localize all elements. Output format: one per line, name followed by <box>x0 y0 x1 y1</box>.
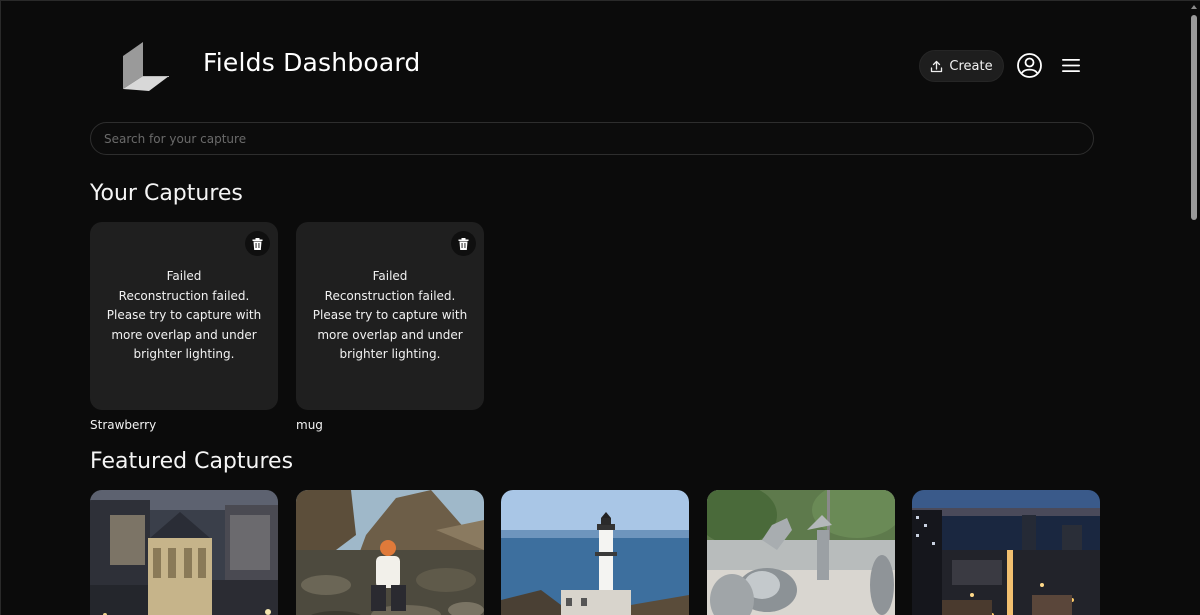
capture-status-message: Failed Reconstruction failed. Please try… <box>296 267 484 365</box>
status-message-line: Reconstruction failed. <box>324 288 456 303</box>
featured-capture-thumbnail[interactable] <box>296 490 484 615</box>
status-message-line: Please try to capture with <box>106 308 262 322</box>
capture-card[interactable]: Failed Reconstruction failed. Please try… <box>90 222 278 410</box>
create-button-label: Create <box>949 58 993 74</box>
trash-icon <box>458 237 469 250</box>
featured-capture-thumbnail[interactable] <box>501 490 689 615</box>
lighthouse-image <box>501 490 689 615</box>
upload-icon <box>931 60 943 72</box>
night-city-image <box>912 490 1100 615</box>
featured-captures-heading: Featured Captures <box>90 449 294 474</box>
hamburger-menu-icon[interactable] <box>1061 57 1081 74</box>
scrollbar-thumb[interactable] <box>1191 15 1197 220</box>
capture-status: Failed <box>372 269 408 283</box>
featured-capture-thumbnail[interactable] <box>707 490 895 615</box>
capture-status: Failed <box>166 269 202 283</box>
user-circle-icon[interactable] <box>1016 52 1043 79</box>
status-message-line: Reconstruction failed. <box>118 288 250 303</box>
status-message-line: more overlap and under <box>111 327 257 342</box>
status-message-line: brighter lighting. <box>133 347 235 361</box>
city-building-image <box>90 490 278 615</box>
status-message-line: more overlap and under <box>317 327 463 342</box>
search-bar <box>90 122 1094 155</box>
featured-capture-thumbnail[interactable] <box>90 490 278 615</box>
create-button[interactable]: Create <box>919 50 1004 82</box>
delete-capture-button[interactable] <box>245 231 270 256</box>
capture-status-message: Failed Reconstruction failed. Please try… <box>90 267 278 365</box>
your-captures-heading: Your Captures <box>90 181 243 206</box>
metal-deer-sculpture-image <box>707 490 895 615</box>
search-input[interactable] <box>104 131 1093 146</box>
featured-capture-thumbnail[interactable] <box>912 490 1100 615</box>
scroll-up-icon[interactable] <box>1191 5 1197 9</box>
page-title: Fields Dashboard <box>203 48 421 77</box>
capture-name[interactable]: Strawberry <box>90 418 156 432</box>
scrollbar[interactable] <box>1188 1 1200 615</box>
trash-icon <box>252 237 263 250</box>
fields-logo-icon[interactable] <box>121 39 171 93</box>
capture-card[interactable]: Failed Reconstruction failed. Please try… <box>296 222 484 410</box>
status-message-line: brighter lighting. <box>339 347 441 361</box>
status-message-line: Please try to capture with <box>312 308 468 322</box>
delete-capture-button[interactable] <box>451 231 476 256</box>
rocky-beach-person-image <box>296 490 484 615</box>
capture-name[interactable]: mug <box>296 418 323 432</box>
dashboard-page: Fields Dashboard Create Your Captures <box>0 0 1200 615</box>
